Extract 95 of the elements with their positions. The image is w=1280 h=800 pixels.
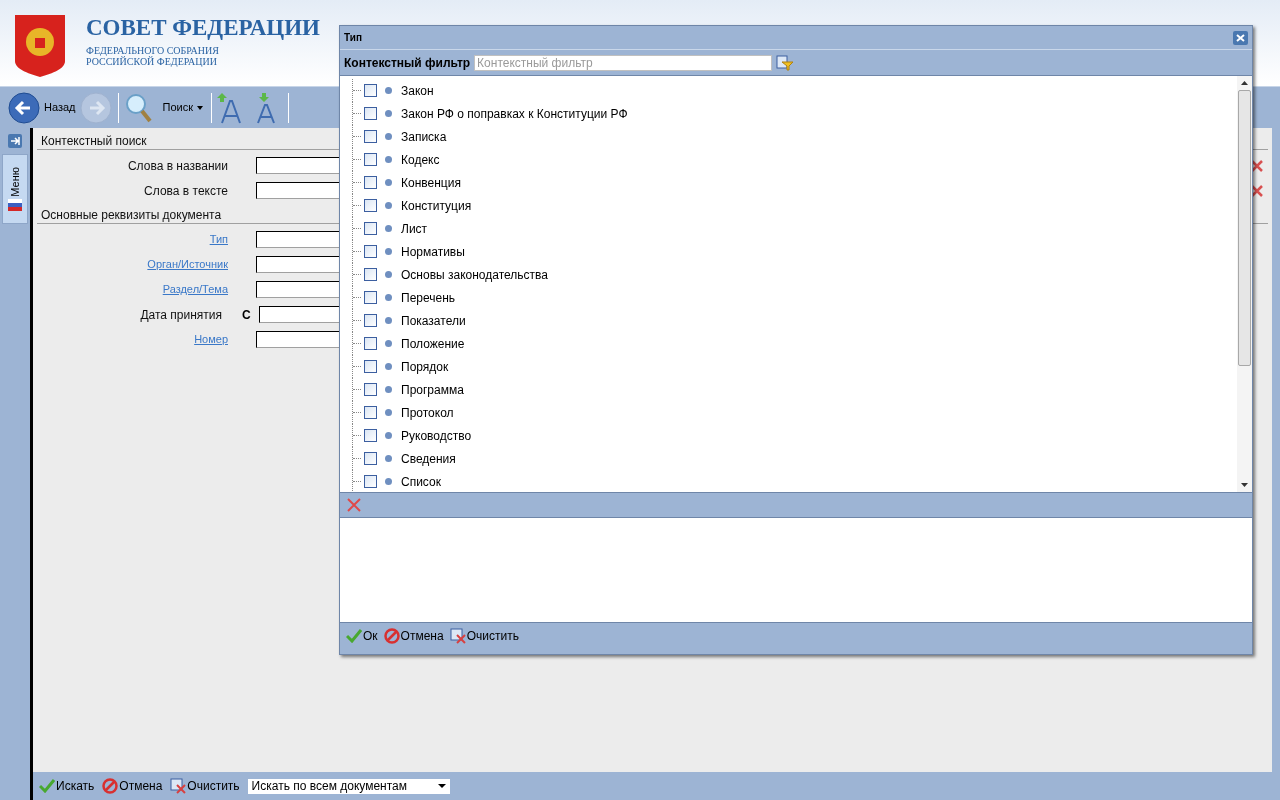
checkbox[interactable] [364,176,377,189]
tree-item[interactable]: Протокол [401,403,454,422]
search-menu-button[interactable]: Поиск [162,99,193,116]
tree-item[interactable]: Кодекс [401,150,440,169]
date-from-label: С [242,306,251,324]
tree-item[interactable]: Порядок [401,357,449,376]
field-link[interactable]: Номер [194,331,228,348]
checkbox[interactable] [364,268,377,281]
checkbox[interactable] [364,107,377,120]
back-button[interactable]: Назад [8,91,76,124]
tree-item[interactable]: Показатели [401,311,466,330]
bullet-icon [385,317,392,324]
field-label: Дата принятия [140,306,222,324]
collapse-panel-icon[interactable] [8,134,22,148]
scroll-thumb[interactable] [1238,90,1251,366]
clear-button[interactable]: Очистить [170,777,240,795]
bullet-icon [385,478,392,485]
bullet-icon [385,294,392,301]
bullet-icon [385,340,392,347]
field-link[interactable]: Раздел/Тема [162,281,228,298]
scope-select[interactable]: Искать по всем документам [247,778,450,794]
dialog-title: Тип [344,31,362,45]
checkbox[interactable] [364,383,377,396]
tree-item[interactable]: Программа [401,380,464,399]
tree-item[interactable]: Закон РФ о поправках к Конституции РФ [401,104,628,123]
bullet-icon [385,156,392,163]
field-link[interactable]: Тип [209,231,228,248]
tree-item[interactable]: Закон [401,81,434,100]
checkbox[interactable] [364,199,377,212]
bullet-icon [385,248,392,255]
bullet-icon [385,87,392,94]
checkbox[interactable] [364,337,377,350]
prohibited-icon [383,627,400,644]
field-link[interactable]: Орган/Источник [147,256,228,273]
bullet-icon [385,363,392,370]
bullet-icon [385,271,392,278]
check-icon [39,779,55,793]
bullet-icon [385,110,392,117]
checkbox[interactable] [364,130,377,143]
close-icon[interactable] [1233,30,1248,45]
tree-item[interactable]: Положение [401,334,465,353]
bullet-icon [385,225,392,232]
clear-field-icon[interactable] [1250,158,1264,173]
checkbox[interactable] [364,452,377,465]
field-label: Слова в тексте [144,182,228,200]
checkbox[interactable] [364,314,377,327]
checkbox[interactable] [364,429,377,442]
checkbox[interactable] [364,84,377,97]
menu-tab-label: Меню [7,166,22,197]
prohibited-icon [102,778,119,794]
checkbox[interactable] [364,360,377,373]
check-icon [346,628,362,643]
bullet-icon [385,202,392,209]
checkbox[interactable] [364,222,377,235]
scope-select-value: Искать по всем документам [251,778,407,795]
search-icon[interactable] [124,92,153,123]
tree-item[interactable]: Руководство [401,426,472,445]
dropdown-arrow-icon [437,784,446,788]
checkbox[interactable] [364,475,377,488]
checkbox[interactable] [364,406,377,419]
filter-apply-icon[interactable] [776,54,795,71]
coat-of-arms-icon [14,14,66,78]
tree-item[interactable]: Сведения [401,449,456,468]
bullet-icon [385,409,392,416]
ok-button[interactable]: Искать [39,777,95,795]
clear-field-icon[interactable] [1250,183,1264,198]
bullet-icon [385,133,392,140]
scrollbar[interactable] [1237,76,1252,492]
site-title: СОВЕТ ФЕДЕРАЦИИ [86,14,320,42]
tree-item[interactable]: Перечень [401,288,456,307]
clear-form-icon [449,627,466,644]
cancel-button[interactable]: Отмена [102,777,163,795]
tree-item[interactable]: Конвенция [401,173,461,192]
cancel-button[interactable]: Отмена [383,626,444,645]
checkbox[interactable] [364,291,377,304]
bullet-icon [385,179,392,186]
site-subtitle: ФЕДЕРАЛЬНОГО СОБРАНИЯ [86,45,220,56]
clear-button[interactable]: Очистить [449,626,519,645]
flag-icon [8,199,22,212]
site-subtitle: РОССИЙСКОЙ ФЕДЕРАЦИИ [86,56,218,67]
bullet-icon [385,455,392,462]
clear-form-icon [170,778,187,794]
checkbox[interactable] [364,153,377,166]
caret-icon[interactable] [197,105,203,110]
tree-item[interactable]: Основы законодательства [401,265,548,284]
bullet-icon [385,386,392,393]
tree-item[interactable]: Нормативы [401,242,465,261]
ok-button[interactable]: Ок [346,626,378,645]
tree-item[interactable]: Список [401,472,441,491]
filter-input[interactable]: Контекстный фильтр [474,54,773,71]
bullet-icon [385,432,392,439]
filter-label: Контекстный фильтр [344,54,471,72]
field-label: Слова в названии [127,157,228,175]
menu-side-tab[interactable]: Меню [2,154,28,224]
checkbox[interactable] [364,245,377,258]
